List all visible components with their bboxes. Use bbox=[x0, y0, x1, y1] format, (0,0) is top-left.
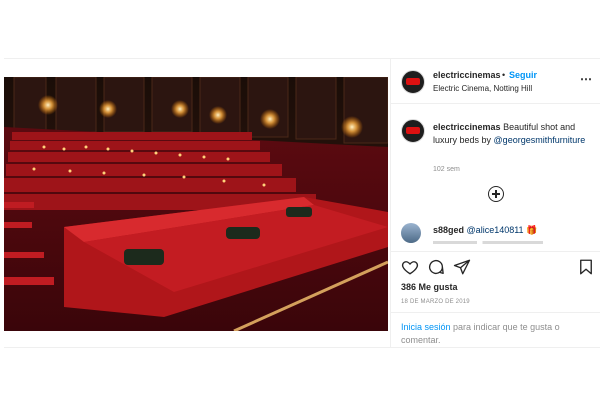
heart-icon[interactable] bbox=[401, 258, 419, 276]
likes-count[interactable]: 386 Me gusta bbox=[401, 282, 458, 292]
caption-timestamp: 102 sem bbox=[433, 166, 460, 173]
avatar[interactable] bbox=[401, 223, 421, 243]
comment-mention[interactable]: @alice140811 bbox=[467, 225, 524, 235]
comment-username[interactable]: s88ged bbox=[433, 225, 464, 235]
avatar[interactable] bbox=[401, 119, 425, 143]
plus-circle-icon[interactable] bbox=[488, 186, 504, 202]
caption-username[interactable]: electriccinemas bbox=[433, 122, 501, 132]
comment-overflow bbox=[433, 241, 543, 244]
more-options-icon[interactable]: ⋯ bbox=[580, 72, 593, 86]
location-link[interactable]: Electric Cinema, Notting Hill bbox=[433, 84, 532, 93]
post-sidebar: electriccinemas • Seguir Electric Cinema… bbox=[390, 59, 600, 347]
username-link[interactable]: electriccinemas bbox=[433, 70, 501, 80]
share-icon[interactable] bbox=[453, 258, 471, 276]
comment-item: s88ged @alice140811 🎁 bbox=[391, 219, 600, 247]
comment-icon[interactable] bbox=[427, 258, 445, 276]
login-link[interactable]: Inicia sesión bbox=[401, 322, 451, 332]
post-header: electriccinemas • Seguir Electric Cinema… bbox=[391, 59, 600, 104]
separator-dot: • bbox=[502, 70, 506, 80]
login-text: Inicia sesión para indicar que te gusta … bbox=[401, 321, 591, 347]
caption-mention[interactable]: @georgesmithfurniture bbox=[494, 135, 586, 145]
post-photo-cinema-beds[interactable] bbox=[4, 77, 388, 331]
instagram-post: electriccinemas • Seguir Electric Cinema… bbox=[4, 58, 600, 348]
gift-emoji-icon: 🎁 bbox=[526, 225, 538, 235]
bookmark-icon[interactable] bbox=[577, 258, 595, 276]
login-prompt: Inicia sesión para indicar que te gusta … bbox=[391, 312, 600, 347]
post-date: 18 DE MARZO DE 2019 bbox=[401, 299, 470, 305]
follow-button[interactable]: Seguir bbox=[509, 70, 537, 80]
post-actions: 386 Me gusta 18 DE MARZO DE 2019 Inicia … bbox=[391, 251, 600, 346]
caption-text: electriccinemas Beautiful shot and luxur… bbox=[433, 121, 593, 147]
comment-text: s88ged @alice140811 🎁 bbox=[433, 225, 537, 236]
avatar[interactable] bbox=[401, 70, 425, 94]
